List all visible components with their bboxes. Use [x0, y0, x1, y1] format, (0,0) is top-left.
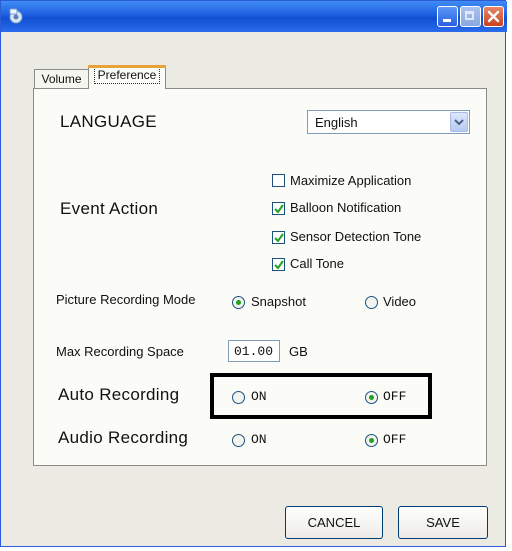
call-tone-checkbox[interactable]: [272, 258, 285, 271]
audio-recording-off-radio[interactable]: [365, 434, 378, 447]
maximize-button[interactable]: [460, 6, 481, 27]
audio-recording-off-label: OFF: [383, 432, 407, 447]
audio-recording-on-label: ON: [251, 432, 267, 447]
auto-recording-on-label: ON: [251, 389, 267, 404]
title-bar[interactable]: [1, 1, 507, 32]
cancel-button[interactable]: CANCEL: [285, 506, 383, 539]
maximize-application-checkbox[interactable]: [272, 174, 285, 187]
minimize-button[interactable]: [437, 6, 458, 27]
snapshot-radio[interactable]: [232, 296, 245, 309]
checkmark-icon: [274, 260, 284, 270]
sensor-detection-tone-label: Sensor Detection Tone: [290, 229, 422, 244]
tab-volume-label: Volume: [41, 72, 82, 86]
checkmark-icon: [274, 233, 284, 243]
tab-volume[interactable]: Volume: [34, 69, 89, 88]
language-select[interactable]: English: [307, 110, 470, 134]
balloon-notification-checkbox[interactable]: [272, 202, 285, 215]
video-label: Video: [383, 294, 417, 309]
save-button[interactable]: SAVE: [398, 506, 488, 539]
auto-recording-on-radio[interactable]: [232, 391, 245, 404]
language-label: LANGUAGE: [60, 112, 157, 131]
picture-recording-mode-label: Picture Recording Mode: [56, 292, 196, 307]
checkmark-icon: [274, 204, 284, 214]
audio-recording-on-radio[interactable]: [232, 434, 245, 447]
video-radio[interactable]: [365, 296, 378, 309]
close-button[interactable]: [483, 6, 504, 27]
auto-recording-off-label: OFF: [383, 389, 407, 404]
tab-preference[interactable]: Preference: [88, 65, 166, 89]
snapshot-label: Snapshot: [251, 294, 306, 309]
max-recording-space-unit: GB: [289, 344, 308, 359]
auto-recording-label: Auto Recording: [58, 385, 180, 404]
chevron-down-icon[interactable]: [450, 112, 468, 132]
audio-recording-label: Audio Recording: [58, 428, 189, 447]
maximize-application-label: Maximize Application: [290, 173, 412, 188]
sensor-detection-tone-checkbox[interactable]: [272, 231, 285, 244]
app-icon[interactable]: [7, 7, 25, 25]
balloon-notification-label: Balloon Notification: [290, 200, 402, 215]
close-icon: [487, 10, 500, 23]
max-recording-space-label: Max Recording Space: [56, 344, 184, 359]
tab-preference-label: Preference: [93, 67, 161, 84]
max-recording-space-input[interactable]: 01.00: [228, 340, 280, 362]
event-action-label: Event Action: [60, 199, 159, 218]
call-tone-label: Call Tone: [290, 256, 344, 271]
language-select-value: English: [315, 115, 358, 130]
auto-recording-off-radio[interactable]: [365, 391, 378, 404]
